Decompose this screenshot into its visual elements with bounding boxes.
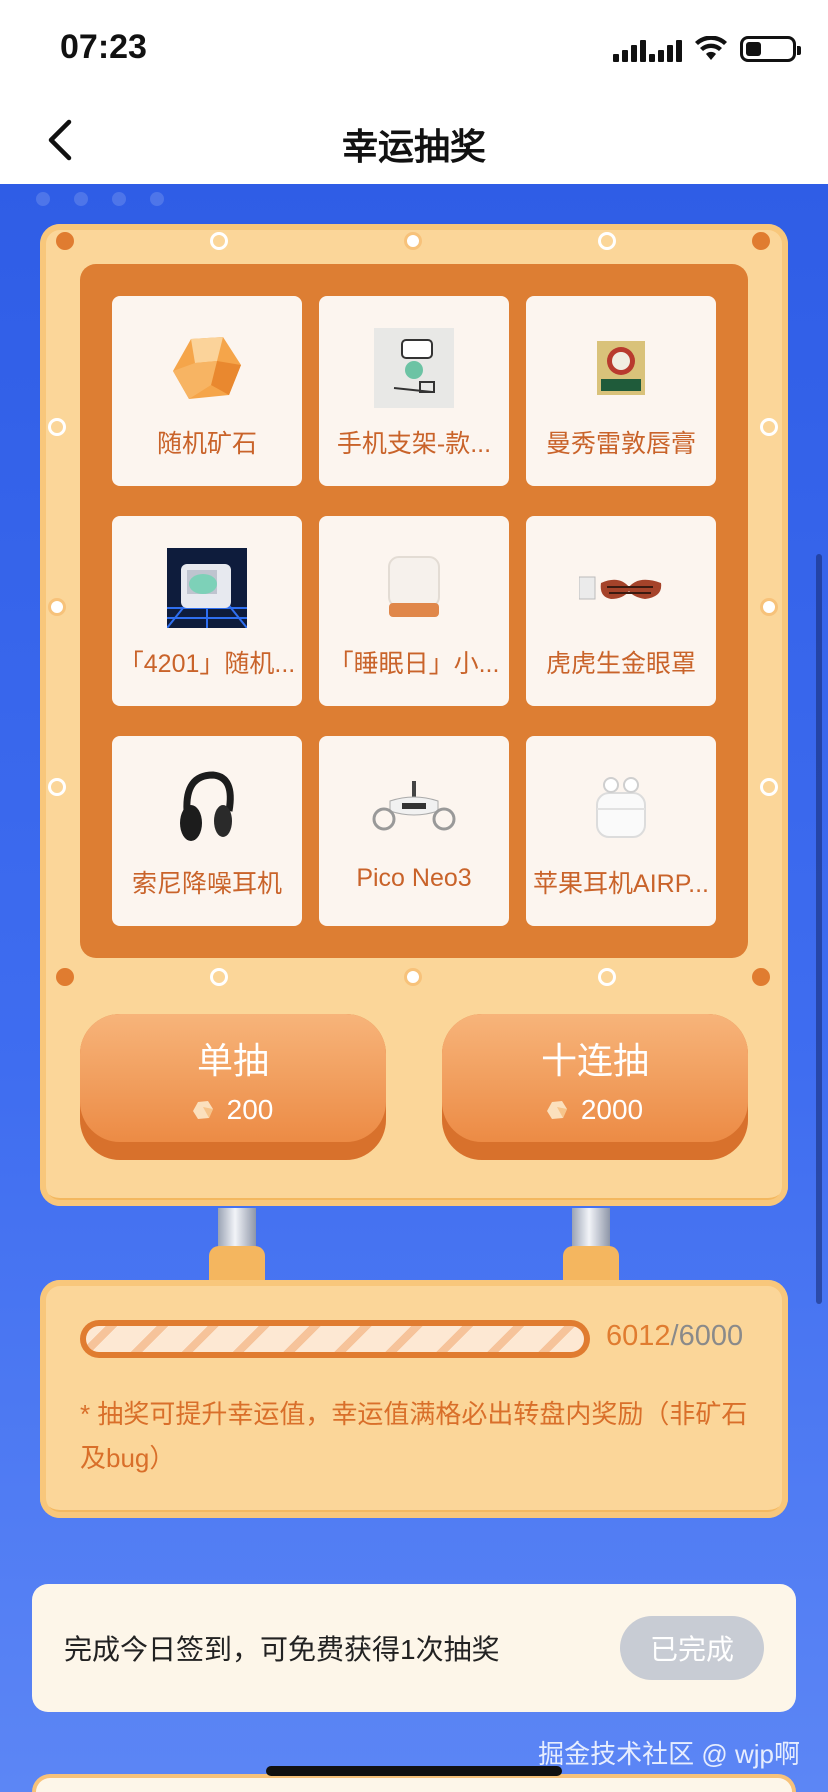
luck-note: * 抽奖可提升幸运值，幸运值满格必出转盘内奖励（非矿石及bug） — [80, 1399, 748, 1473]
signin-text: 完成今日签到，可免费获得1次抽奖 — [64, 1634, 500, 1665]
ten-draw-cost: 2000 — [546, 1094, 644, 1126]
retro-computer-icon — [165, 546, 249, 630]
prize-card-ore: 随机矿石 — [112, 296, 302, 486]
board-light — [598, 232, 616, 250]
prize-label: 曼秀雷敦唇膏 — [545, 430, 696, 458]
ten-draw-button[interactable]: 十连抽 2000 — [442, 1014, 748, 1160]
prize-card-eye-mask: 虎虎生金眼罩 — [526, 516, 716, 706]
eye-mask-icon — [579, 546, 663, 630]
board-light — [752, 968, 770, 986]
prize-label: 「睡眠日」小... — [328, 650, 500, 678]
prize-card-lip-balm: 曼秀雷敦唇膏 — [526, 296, 716, 486]
signin-card: 完成今日签到，可免费获得1次抽奖 已完成 — [32, 1584, 796, 1712]
ore-icon — [165, 326, 249, 410]
prize-label: 手机支架-款... — [336, 430, 492, 458]
ore-icon — [546, 1101, 567, 1119]
prize-grid: 随机矿石 手机支架-款... 曼秀雷敦唇膏 「4201」随机... 「睡眠日」小… — [80, 264, 748, 958]
status-icons — [613, 36, 801, 62]
vr-headset-icon — [372, 766, 456, 850]
decorative-dots — [36, 192, 164, 206]
prize-label: 随机矿石 — [156, 430, 257, 458]
home-indicator[interactable] — [266, 1766, 562, 1776]
prize-card-sleep-day: 「睡眠日」小... — [319, 516, 509, 706]
luck-panel: 6012/6000 * 抽奖可提升幸运值，幸运值满格必出转盘内奖励（非矿石及bu… — [40, 1280, 788, 1518]
luck-current: 6012 — [606, 1320, 671, 1352]
board-light — [752, 232, 770, 250]
signin-completed-button[interactable]: 已完成 — [620, 1616, 764, 1680]
prize-card-airpods: 苹果耳机AIRP... — [526, 736, 716, 926]
board-light — [48, 418, 66, 436]
phone-stand-icon — [372, 326, 456, 410]
luck-separator: / — [670, 1320, 679, 1352]
luck-max: 6000 — [678, 1320, 744, 1352]
watermark: 掘金技术社区 @ wjp啊 — [538, 1739, 800, 1769]
board-light — [56, 968, 74, 986]
board-light — [210, 232, 228, 250]
lottery-board: 随机矿石 手机支架-款... 曼秀雷敦唇膏 「4201」随机... 「睡眠日」小… — [40, 224, 788, 1206]
prize-card-pico-neo3: Pico Neo3 — [319, 736, 509, 926]
board-light — [56, 232, 74, 250]
board-light — [404, 232, 422, 250]
prize-label: Pico Neo3 — [356, 864, 472, 892]
luck-progress-bar — [80, 1320, 590, 1358]
ten-draw-cost-value: 2000 — [580, 1094, 644, 1125]
airpods-icon — [579, 766, 663, 850]
prize-label: 「4201」随机... — [118, 650, 296, 678]
night-lamp-icon — [372, 546, 456, 630]
single-draw-label: 单抽 — [196, 1040, 269, 1081]
board-light — [760, 418, 778, 436]
single-draw-cost-value: 200 — [226, 1094, 274, 1125]
prize-card-phone-stand: 手机支架-款... — [319, 296, 509, 486]
nav-bar: 幸运抽奖 — [0, 96, 828, 184]
prize-label: 苹果耳机AIRP... — [533, 870, 709, 898]
page-title: 幸运抽奖 — [341, 126, 486, 167]
luck-count: 6012/6000 — [606, 1320, 743, 1353]
status-time: 07:23 — [60, 28, 147, 66]
wifi-icon — [695, 36, 727, 60]
luck-progress-fill — [86, 1326, 584, 1352]
board-light — [598, 968, 616, 986]
prize-card-sony-headphones: 索尼降噪耳机 — [112, 736, 302, 926]
ten-draw-label: 十连抽 — [540, 1040, 649, 1081]
board-light — [404, 968, 422, 986]
ore-icon — [192, 1101, 213, 1119]
prize-card-4201: 「4201」随机... — [112, 516, 302, 706]
status-bar: 07:23 — [0, 0, 828, 96]
single-draw-cost: 200 — [192, 1094, 274, 1126]
single-draw-button[interactable]: 单抽 200 — [80, 1014, 386, 1160]
next-card — [32, 1774, 796, 1792]
lottery-stage: 随机矿石 手机支架-款... 曼秀雷敦唇膏 「4201」随机... 「睡眠日」小… — [0, 184, 828, 1792]
board-light — [48, 598, 66, 616]
board-light — [210, 968, 228, 986]
board-light — [760, 778, 778, 796]
battery-icon — [740, 36, 801, 62]
prize-label: 虎虎生金眼罩 — [545, 650, 696, 678]
headphones-icon — [165, 766, 249, 850]
cellular-signal-icon — [613, 36, 682, 62]
board-light — [760, 598, 778, 616]
board-light — [48, 778, 66, 796]
prize-label: 索尼降噪耳机 — [131, 870, 282, 898]
lip-balm-icon — [579, 326, 663, 410]
scrollbar[interactable] — [816, 554, 822, 1304]
